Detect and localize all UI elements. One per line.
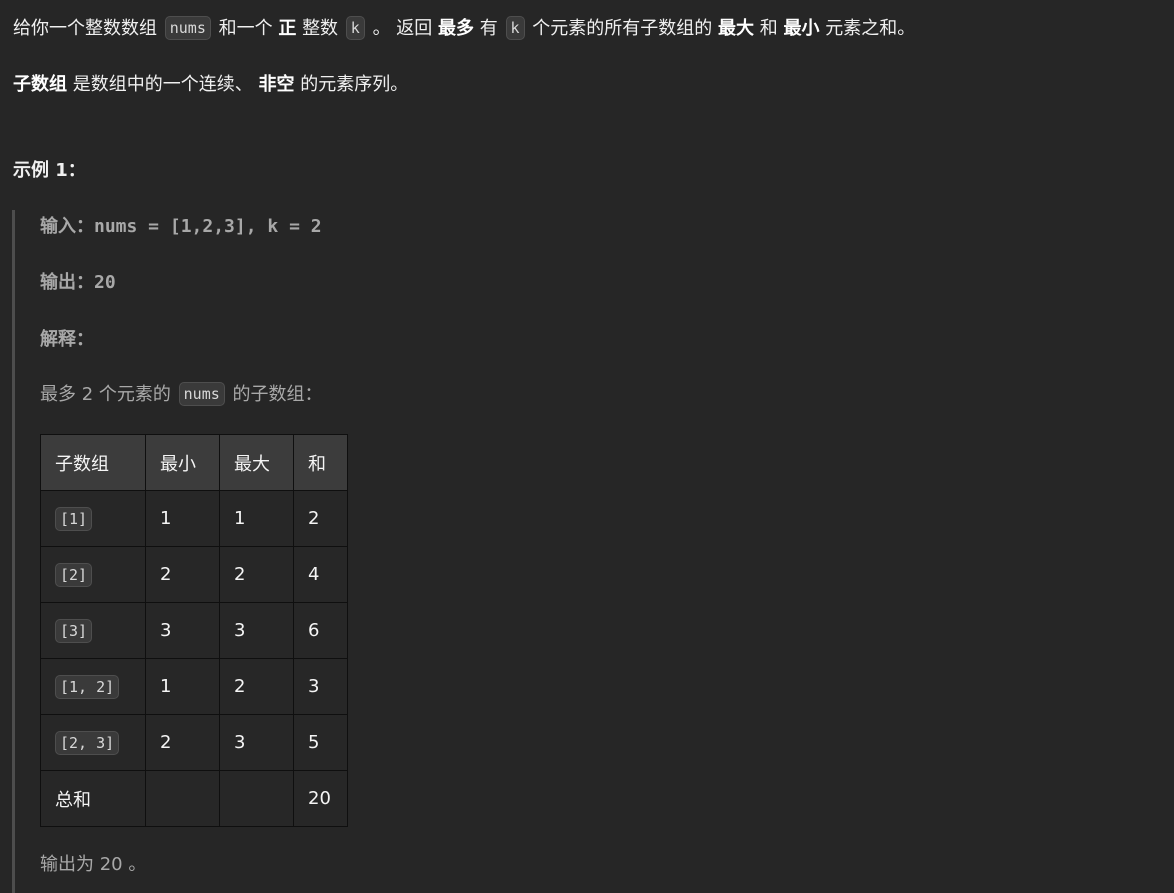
description-text: 的子数组：	[232, 384, 323, 405]
definition-text: 的元素序列。	[300, 74, 409, 95]
table-row: [3] 3 3 6	[40, 602, 348, 659]
subarray-code: [1, 2]	[55, 674, 120, 699]
subarray-code: [1]	[55, 506, 93, 531]
definition-text: 是数组中的一个连续、	[72, 74, 253, 95]
total-label: 总和	[40, 770, 146, 827]
emphasis-at-most: 最多	[438, 18, 475, 39]
total-empty-cell	[219, 770, 294, 827]
cell-sum: 3	[293, 658, 348, 715]
cell-max: 2	[219, 658, 294, 715]
table-row: [1, 2] 1 2 3	[40, 658, 348, 715]
cell-subarray: [1]	[40, 490, 146, 547]
cell-min: 1	[145, 658, 220, 715]
cell-max: 2	[219, 546, 294, 603]
description-text: 最多 2 个元素的	[40, 384, 171, 405]
example-explanation-label: 解释：	[40, 326, 94, 354]
subarray-definition: 子数组 是数组中的一个连续、 非空 的元素序列。	[13, 71, 408, 99]
table-row: [2, 3] 2 3 5	[40, 714, 348, 771]
table-header-row: 子数组 最小 最大 和	[40, 434, 348, 491]
cell-max: 3	[219, 714, 294, 771]
subarray-code: [3]	[55, 618, 93, 643]
cell-min: 2	[145, 714, 220, 771]
cell-max: 1	[219, 490, 294, 547]
example-input: 输入：nums = [1,2,3], k = 2	[40, 213, 322, 241]
total-value: 20	[293, 770, 348, 827]
header-max: 最大	[219, 434, 294, 491]
input-value: nums = [1,2,3], k = 2	[94, 216, 322, 237]
example-title: 示例 1：	[13, 160, 86, 181]
output-label: 输出：	[40, 272, 94, 293]
header-sum: 和	[293, 434, 348, 491]
cell-subarray: [1, 2]	[40, 658, 146, 715]
statement-text: 有	[479, 18, 498, 39]
table-total-row: 总和 20	[40, 770, 348, 827]
cell-sum: 6	[293, 602, 348, 659]
inline-code-k: k	[345, 16, 365, 40]
input-label: 输入：	[40, 216, 94, 237]
table-row: [2] 2 2 4	[40, 546, 348, 603]
header-subarray: 子数组	[40, 434, 146, 491]
statement-text: 和	[759, 18, 778, 39]
explanation-description: 最多 2 个元素的 nums 的子数组：	[40, 381, 323, 409]
total-empty-cell	[145, 770, 220, 827]
cell-subarray: [2, 3]	[40, 714, 146, 771]
statement-text: 和一个	[218, 18, 273, 39]
cell-sum: 5	[293, 714, 348, 771]
cell-min: 2	[145, 546, 220, 603]
problem-statement: 给你一个整数数组 nums 和一个 正 整数 k 。 返回 最多 有 k 个元素…	[13, 15, 915, 43]
example-blockquote-bar	[12, 210, 15, 893]
emphasis-max: 最大	[718, 18, 754, 39]
emphasis-positive: 正	[278, 18, 297, 39]
statement-text: 整数	[302, 18, 339, 39]
cell-sum: 2	[293, 490, 348, 547]
cell-sum: 4	[293, 546, 348, 603]
problem-description: 给你一个整数数组 nums 和一个 正 整数 k 。 返回 最多 有 k 个元素…	[0, 0, 1174, 893]
explain-label: 解释：	[40, 329, 94, 350]
cell-subarray: [2]	[40, 546, 146, 603]
statement-text: 元素之和。	[825, 18, 916, 39]
emphasis-min: 最小	[783, 18, 820, 39]
statement-text: 给你一个整数数组	[13, 18, 157, 39]
emphasis-nonempty: 非空	[258, 74, 295, 95]
inline-code-nums: nums	[164, 16, 211, 40]
statement-text: 。 返回	[372, 18, 433, 39]
emphasis-subarray: 子数组	[13, 74, 67, 95]
inline-code-nums: nums	[178, 382, 225, 406]
output-value: 20	[94, 272, 116, 293]
example-output: 输出：20	[40, 269, 116, 297]
inline-code-k: k	[505, 16, 525, 40]
subarray-code: [2]	[55, 562, 93, 587]
cell-subarray: [3]	[40, 602, 146, 659]
cell-max: 3	[219, 602, 294, 659]
table-row: [1] 1 1 2	[40, 490, 348, 547]
cell-min: 1	[145, 490, 220, 547]
statement-text: 个元素的所有子数组的	[532, 18, 713, 39]
header-min: 最小	[145, 434, 220, 491]
subarray-code: [2, 3]	[55, 730, 120, 755]
final-output-text: 输出为 20 。	[40, 854, 147, 875]
cell-min: 3	[145, 602, 220, 659]
subarray-table: 子数组 最小 最大 和 [1] 1 1 2 [2] 2 2 4 [3] 3 3 …	[40, 434, 348, 827]
